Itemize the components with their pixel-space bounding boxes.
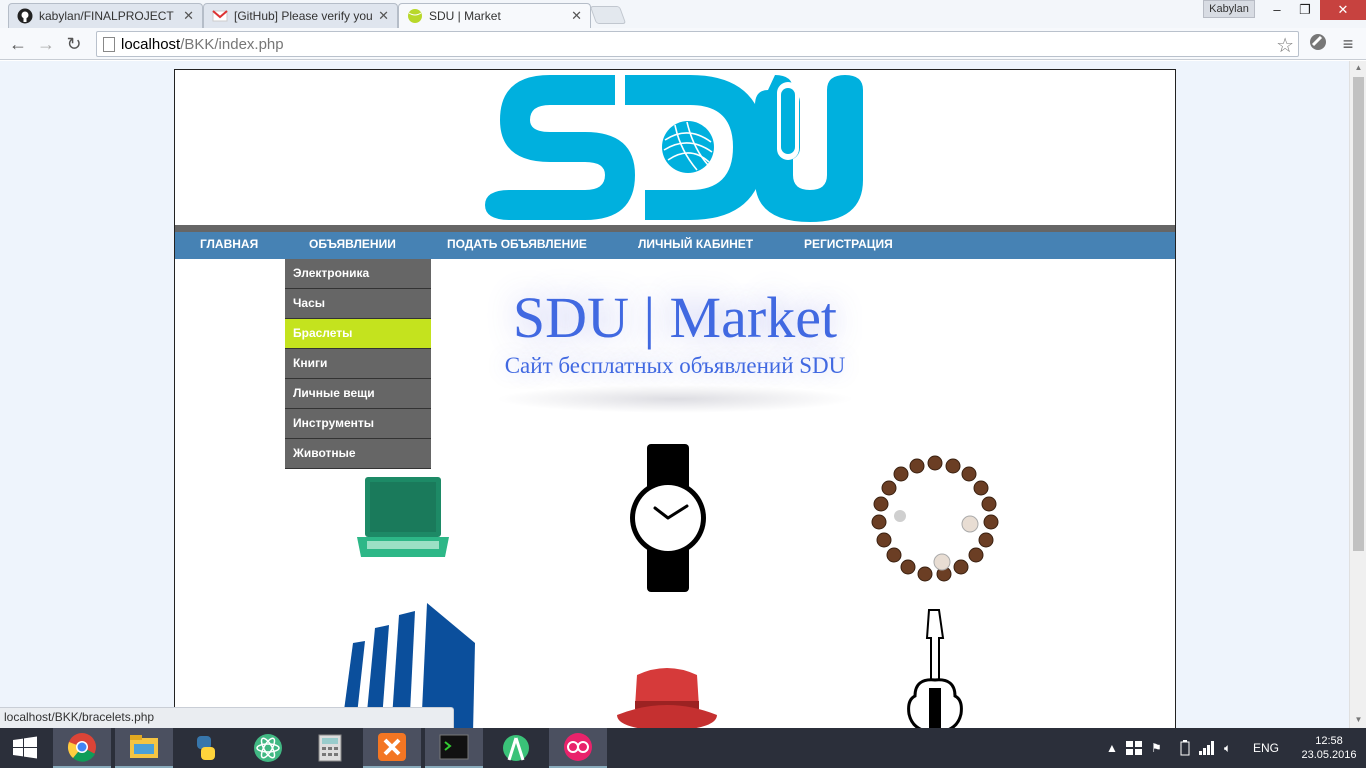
language-indicator[interactable]: ENG <box>1253 728 1279 768</box>
page-viewport: ГЛАВНАЯ ОБЪЯВЛЕНИИ ПОДАТЬ ОБЪЯВЛЕНИЕ ЛИЧ… <box>0 61 1349 728</box>
tab-title: kabylan/FINALPROJECT <box>39 9 174 23</box>
address-bar[interactable]: localhost/BKK/index.php ☆ <box>96 31 1299 57</box>
bracelet-image[interactable] <box>867 452 1003 588</box>
dropdown-item-personal-items[interactable]: Личные вещи <box>285 379 431 409</box>
github-icon <box>17 8 33 24</box>
taskbar-xampp-icon[interactable] <box>363 728 421 768</box>
taskbar-android-studio-icon[interactable] <box>487 728 545 768</box>
dropdown-item-books[interactable]: Книги <box>285 349 431 379</box>
wristwatch-icon[interactable] <box>627 442 709 594</box>
url-text[interactable]: localhost/BKK/index.php <box>121 36 284 53</box>
dropdown-item-instruments[interactable]: Инструменты <box>285 409 431 439</box>
scroll-thumb[interactable] <box>1353 77 1364 551</box>
bookmark-star-icon[interactable]: ☆ <box>1276 33 1294 58</box>
laptop-icon[interactable] <box>355 475 451 561</box>
close-icon[interactable]: ✕ <box>571 8 582 24</box>
taskbar-atom-icon[interactable] <box>239 728 297 768</box>
taskbar-python-icon[interactable] <box>177 728 235 768</box>
tab-sdu-market[interactable]: SDU | Market ✕ <box>398 3 591 28</box>
clock-date: 23.05.2016 <box>1301 749 1357 761</box>
browser-titlebar: kabylan/FINALPROJECT ✕ [GitHub] Please v… <box>0 0 1366 28</box>
extension-icon[interactable] <box>1306 32 1330 56</box>
page-scrollbar[interactable]: ▲ ▼ <box>1349 61 1366 728</box>
close-icon[interactable]: ✕ <box>183 8 194 24</box>
status-bar-url: localhost/BKK/bracelets.php <box>0 707 454 728</box>
tab-gmail[interactable]: [GitHub] Please verify you ✕ <box>203 3 398 28</box>
hat-icon[interactable] <box>615 665 719 728</box>
windows-start-button[interactable] <box>0 728 50 768</box>
menu-item-ads[interactable]: ОБЪЯВЛЕНИИ <box>309 232 396 259</box>
tab-title: [GitHub] Please verify you <box>234 9 373 23</box>
clock-time: 12:58 <box>1315 735 1343 747</box>
scroll-down-arrow-icon[interactable]: ▼ <box>1350 713 1366 727</box>
reload-icon[interactable]: ↻ <box>62 32 86 56</box>
sdu-logo <box>485 75 863 222</box>
forward-arrow-icon[interactable]: → <box>34 32 58 56</box>
menu-item-home[interactable]: ГЛАВНАЯ <box>200 232 258 259</box>
maximize-button[interactable]: ❐ <box>1290 0 1320 20</box>
dropdown-item-electronics[interactable]: Электроника <box>285 259 431 289</box>
hero-title: SDU | Market <box>512 285 838 350</box>
menu-top-stripe <box>175 225 1175 232</box>
tab-title: SDU | Market <box>429 9 501 23</box>
dropdown-item-watches[interactable]: Часы <box>285 289 431 319</box>
close-icon[interactable]: ✕ <box>378 8 389 24</box>
menu-item-post-ad[interactable]: ПОДАТЬ ОБЪЯВЛЕНИЕ <box>447 232 587 259</box>
page-icon <box>103 37 115 52</box>
dropdown-item-bracelets[interactable]: Браслеты <box>285 319 431 349</box>
system-clock[interactable]: 12:58 23.05.2016 <box>1296 734 1362 762</box>
hero-shadow <box>495 385 855 413</box>
battery-icon[interactable] <box>1180 728 1190 768</box>
flag-icon[interactable]: ⚑ <box>1151 728 1162 768</box>
taskbar-terminal-icon[interactable] <box>425 728 483 768</box>
close-window-button[interactable]: ✕ <box>1320 0 1366 20</box>
tennis-ball-icon <box>407 8 423 24</box>
taskbar-explorer-icon[interactable] <box>115 728 173 768</box>
taskbar-flickr-icon[interactable] <box>549 728 607 768</box>
menu-icon[interactable]: ≡ <box>1336 32 1360 56</box>
menu-item-register[interactable]: РЕГИСТРАЦИЯ <box>804 232 893 259</box>
new-tab-button[interactable] <box>589 6 627 24</box>
tab-github[interactable]: kabylan/FINALPROJECT ✕ <box>8 3 203 28</box>
show-hidden-icons-icon[interactable]: ▲ <box>1106 728 1118 768</box>
taskbar-calculator-icon[interactable] <box>301 728 359 768</box>
minimize-button[interactable]: – <box>1262 0 1292 20</box>
site-container: ГЛАВНАЯ ОБЪЯВЛЕНИИ ПОДАТЬ ОБЪЯВЛЕНИЕ ЛИЧ… <box>174 69 1176 728</box>
back-arrow-icon[interactable]: ← <box>6 32 30 56</box>
gmail-icon <box>212 8 228 24</box>
profile-button[interactable]: Kabylan <box>1203 0 1255 18</box>
menu-item-account[interactable]: ЛИЧНЫЙ КАБИНЕТ <box>638 232 753 259</box>
volume-icon[interactable]: 🔈︎ <box>1224 728 1231 768</box>
hero-block: SDU | Market Сайт бесплатных объявлений … <box>475 285 875 413</box>
hero-subtitle: Сайт бесплатных объявлений SDU <box>504 353 846 378</box>
main-menu: ГЛАВНАЯ ОБЪЯВЛЕНИИ ПОДАТЬ ОБЪЯВЛЕНИЕ ЛИЧ… <box>175 232 1175 259</box>
network-icon[interactable] <box>1199 728 1215 768</box>
dropdown-item-animals[interactable]: Животные <box>285 439 431 469</box>
scroll-up-arrow-icon[interactable]: ▲ <box>1350 61 1366 75</box>
taskbar-chrome-icon[interactable] <box>53 728 111 768</box>
windows-taskbar: ▲ ⚑ 🔈︎ ENG 12:58 23.05.2016 <box>0 728 1366 768</box>
taskview-icon[interactable] <box>1126 728 1142 768</box>
ads-dropdown-menu: Электроника Часы Браслеты Книги Личные в… <box>285 259 431 469</box>
guitar-icon[interactable] <box>905 608 965 728</box>
browser-toolbar: ← → ↻ localhost/BKK/index.php ☆ ≡ <box>0 28 1366 60</box>
